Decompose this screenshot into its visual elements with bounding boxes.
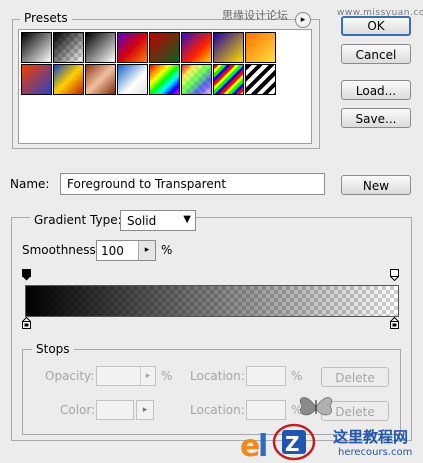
preset-swatch[interactable]: [149, 32, 180, 63]
opacity-unit: %: [161, 369, 173, 383]
name-value: Foreground to Transparent: [67, 177, 227, 191]
smoothness-value: 100: [101, 244, 124, 258]
watermark-text: 思缘设计论坛: [222, 9, 288, 22]
preset-swatch[interactable]: [85, 64, 116, 95]
load-button[interactable]: Load...: [341, 80, 411, 100]
preset-swatch[interactable]: [181, 32, 212, 63]
color-location-input[interactable]: [246, 400, 286, 420]
stops-legend: Stops: [32, 342, 74, 356]
opacity-location-input[interactable]: [246, 366, 286, 386]
smoothness-input[interactable]: 100 ▸: [96, 240, 156, 261]
site-logo-icon: e l Z: [240, 423, 316, 463]
preset-swatch[interactable]: [21, 64, 52, 95]
preset-swatch[interactable]: [149, 64, 180, 95]
opacity-location-unit: %: [291, 369, 303, 383]
preset-swatch[interactable]: [213, 32, 244, 63]
new-button[interactable]: New: [341, 175, 411, 195]
site-name: 这里教程网: [333, 428, 409, 446]
opacity-stop-left-icon[interactable]: [22, 269, 31, 281]
color-swatch[interactable]: [96, 400, 134, 420]
smoothness-arrow-icon[interactable]: ▸: [138, 241, 155, 260]
chevron-down-icon: ▼: [183, 214, 191, 225]
svg-text:l: l: [258, 429, 268, 463]
gradient-type-select[interactable]: Solid ▼: [120, 210, 196, 231]
presets-legend: Presets: [20, 11, 72, 25]
opacity-location-label: Location:: [190, 369, 245, 383]
preset-swatch[interactable]: [117, 32, 148, 63]
preset-options-icon[interactable]: ▸: [295, 12, 311, 28]
stops-group: [22, 349, 401, 435]
preset-swatch[interactable]: [245, 64, 276, 95]
cancel-button[interactable]: Cancel: [341, 44, 411, 64]
gradient-type-label: Gradient Type:: [30, 213, 126, 227]
preset-swatch[interactable]: [181, 64, 212, 95]
opacity-stop-right-icon[interactable]: [390, 269, 399, 281]
color-label: Color:: [60, 403, 96, 417]
opacity-input[interactable]: ▸: [96, 366, 156, 386]
color-stop-right-icon[interactable]: [390, 317, 399, 329]
svg-text:Z: Z: [285, 432, 300, 456]
opacity-delete-button[interactable]: Delete: [321, 367, 389, 387]
preset-swatch[interactable]: [85, 32, 116, 63]
color-stop-left-icon[interactable]: [22, 317, 31, 329]
gradient-type-value: Solid: [127, 214, 157, 228]
smoothness-label: Smoothness:: [22, 243, 100, 257]
preset-swatch[interactable]: [53, 64, 84, 95]
preset-swatch[interactable]: [53, 32, 84, 63]
smoothness-unit: %: [161, 243, 173, 257]
opacity-arrow-icon[interactable]: ▸: [140, 367, 155, 385]
preset-swatch[interactable]: [213, 64, 244, 95]
site-url: herecours.com: [338, 447, 413, 458]
save-button[interactable]: Save...: [341, 108, 411, 128]
preset-swatch[interactable]: [117, 64, 148, 95]
ok-button[interactable]: OK: [341, 16, 411, 36]
preset-swatch[interactable]: [245, 32, 276, 63]
color-location-label: Location:: [190, 403, 245, 417]
preset-swatch[interactable]: [21, 32, 52, 63]
name-label: Name:: [10, 177, 50, 191]
opacity-label: Opacity:: [45, 369, 95, 383]
name-input[interactable]: Foreground to Transparent: [60, 173, 325, 195]
gradient-bar[interactable]: [25, 285, 399, 317]
color-arrow-icon[interactable]: ▸: [136, 400, 154, 420]
